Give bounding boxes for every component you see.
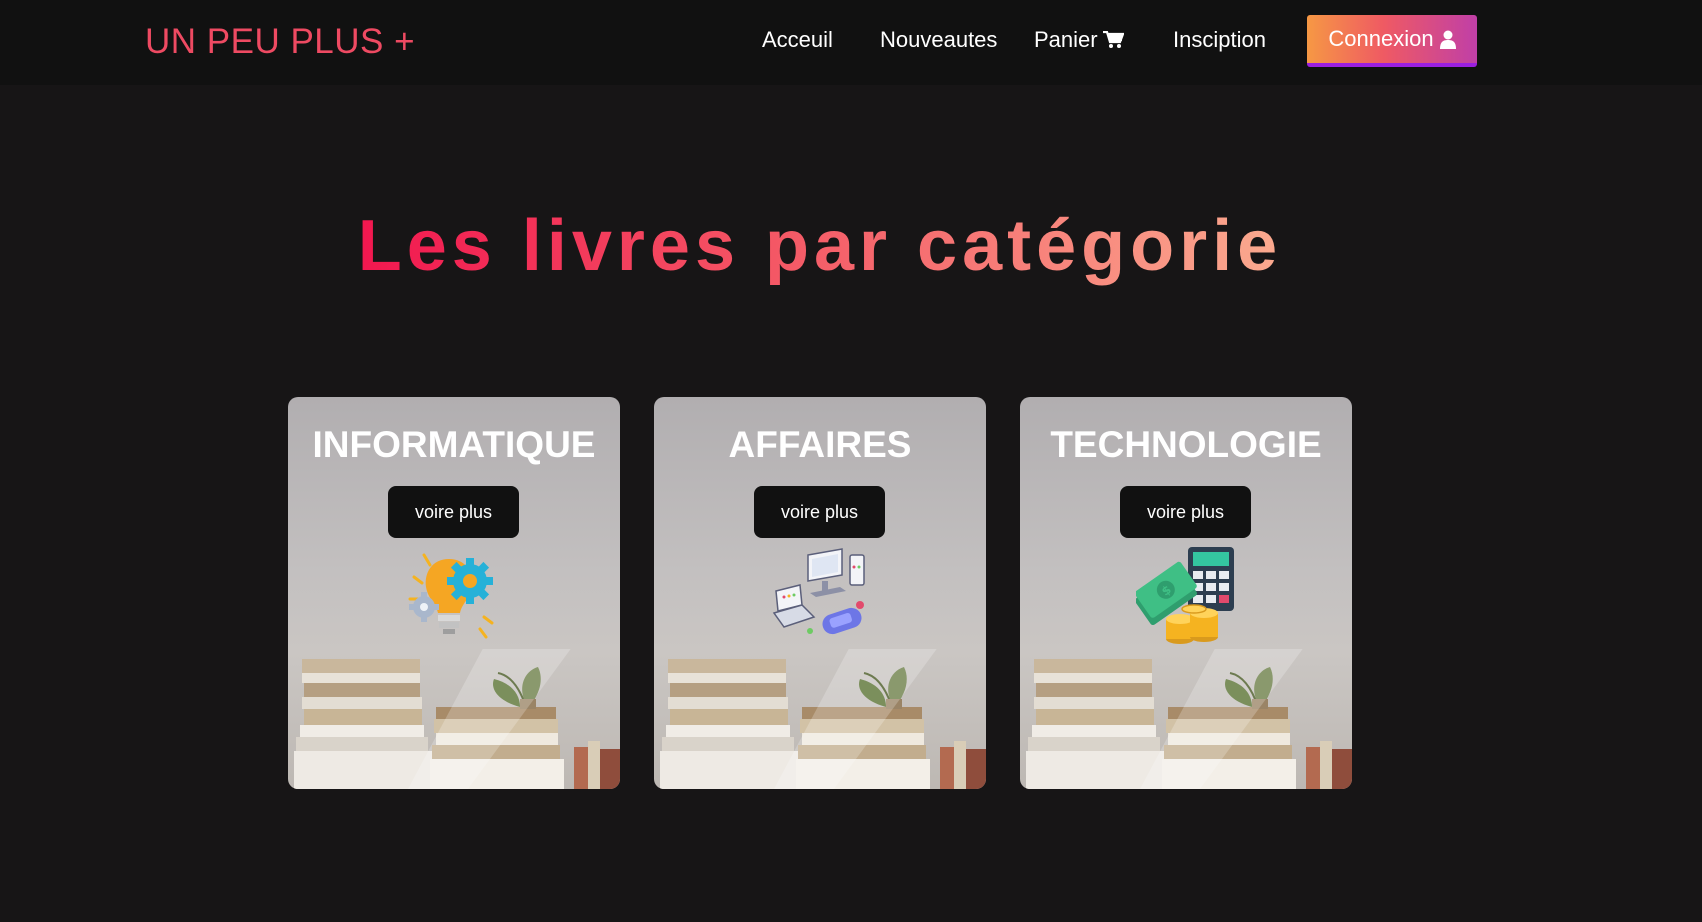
voire-plus-button[interactable]: voire plus (1120, 486, 1251, 538)
category-title: TECHNOLOGIE (1050, 424, 1322, 465)
nav-signup-link[interactable]: Insciption (1173, 27, 1266, 53)
category-title: AFFAIRES (728, 424, 912, 465)
cart-icon (1102, 30, 1125, 48)
nav-cart-link[interactable]: Panier (1034, 27, 1125, 53)
voire-plus-button[interactable]: voire plus (754, 486, 885, 538)
navbar: UN PEU PLUS + Acceuil Nouveautes Panier … (0, 0, 1702, 85)
category-title: INFORMATIQUE (312, 424, 596, 465)
login-label: Connexion (1328, 26, 1434, 51)
devices-icon (772, 548, 865, 635)
page-title: Les livres par catégorie (357, 206, 1283, 286)
nav-home-link[interactable]: Acceuil (762, 27, 833, 53)
login-button[interactable]: Connexion (1307, 15, 1477, 67)
books-background-image (1025, 649, 1352, 789)
category-card-technologie: TECHNOLOGIE voire plus $ (1020, 397, 1352, 789)
category-card-informatique: INFORMATIQUE voire plus (288, 397, 620, 789)
user-icon (1439, 30, 1456, 49)
books-background-image (293, 649, 620, 789)
lightbulb-gears-icon (408, 553, 494, 639)
brand-logo[interactable]: UN PEU PLUS + (145, 22, 415, 62)
voire-plus-button[interactable]: voire plus (388, 486, 519, 538)
category-card-affaires: AFFAIRES voire plus (654, 397, 986, 789)
nav-new-link[interactable]: Nouveautes (880, 27, 997, 53)
books-background-image (659, 649, 986, 789)
money-calculator-icon: $ (1136, 547, 1234, 644)
nav-cart-label: Panier (1034, 27, 1098, 52)
